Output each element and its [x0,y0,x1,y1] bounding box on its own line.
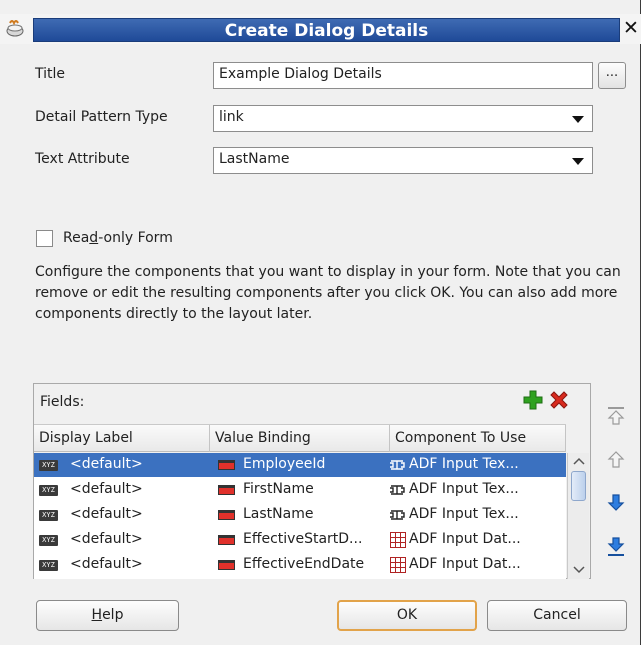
cancel-button[interactable]: Cancel [487,600,627,631]
ok-button[interactable]: OK [337,600,477,631]
title-input[interactable]: Example Dialog Details [213,62,593,89]
fields-table-scrollbar[interactable] [567,453,589,579]
string-type-icon: XYZ [39,535,58,546]
attribute-icon [218,560,235,570]
title-input-value: Example Dialog Details [219,66,382,82]
title-label: Title [35,66,66,82]
table-row[interactable]: XYZ <default> EffectiveStartD... ADF Inp… [34,528,566,552]
browse-button[interactable]: ... [598,62,626,89]
string-type-icon: XYZ [39,510,58,521]
table-row[interactable]: XYZ <default> LastName ADF Input Tex... [34,503,566,527]
input-date-icon [390,557,406,573]
table-row[interactable]: XYZ <default> EffectiveEndDate ADF Input… [34,553,566,577]
add-icon[interactable] [522,389,544,411]
close-icon[interactable]: ✕ [623,16,641,40]
row-display-label: <default> [70,481,143,497]
row-value-binding: EmployeeId [243,456,326,472]
create-dialog-details-window: Create Dialog Details ✕ Title Example Di… [0,0,641,645]
chevron-down-icon [572,158,584,165]
window-title: Create Dialog Details [224,21,429,41]
detail-pattern-label: Detail Pattern Type [35,109,168,125]
readonly-checkbox[interactable] [36,230,53,247]
scroll-up-icon[interactable] [573,456,585,466]
scroll-down-icon[interactable] [573,565,585,575]
table-row[interactable]: XYZ <default> FirstName ADF Input Tex... [34,478,566,502]
help-mnemonic: H [91,607,103,623]
string-type-icon: XYZ [39,560,58,571]
text-attribute-value: LastName [219,151,290,167]
attribute-icon [218,535,235,545]
title-band: Create Dialog Details [33,18,620,42]
table-row[interactable]: XYZ <default> EmployeeId ADF Input Tex..… [34,453,566,477]
column-header-value-binding[interactable]: Value Binding [210,425,390,452]
fields-table-body: XYZ <default> EmployeeId ADF Input Tex..… [34,453,566,579]
column-header-component[interactable]: Component To Use [390,425,566,452]
move-to-bottom-icon[interactable] [605,536,627,558]
input-date-icon [390,532,406,548]
delete-icon[interactable] [548,389,570,411]
chevron-down-icon [572,116,584,123]
input-text-icon [390,485,405,495]
column-header-display-label[interactable]: Display Label [34,425,210,452]
row-value-binding: FirstName [243,481,314,497]
fields-label: Fields: [40,394,85,410]
row-component: ADF Input Tex... [409,506,519,522]
attribute-icon [218,460,235,470]
move-down-icon[interactable] [605,491,627,513]
title-bar[interactable]: Create Dialog Details ✕ [0,14,641,44]
attribute-icon [218,510,235,520]
row-component: ADF Input Tex... [409,456,519,472]
string-type-icon: XYZ [39,460,58,471]
row-value-binding: EffectiveEndDate [243,556,365,572]
row-value-binding: LastName [243,506,314,522]
move-to-top-icon[interactable] [605,405,627,427]
help-label: elp [102,607,124,623]
attribute-icon [218,485,235,495]
help-button[interactable]: Help [36,600,179,631]
text-attribute-select[interactable]: LastName [213,147,593,174]
row-value-binding: EffectiveStartD... [243,531,363,547]
row-display-label: <default> [70,556,143,572]
input-text-icon [390,460,405,470]
readonly-label-part: -only Form [98,230,173,246]
instructions-text: Configure the components that you want t… [35,264,621,322]
string-type-icon: XYZ [39,485,58,496]
app-coffee-cup-icon[interactable] [4,17,26,39]
readonly-label-mnemonic: d [89,230,99,246]
scrollbar-thumb[interactable] [571,471,586,501]
fields-panel: Fields: Display Label Value Binding Comp… [33,383,591,579]
row-component: ADF Input Dat... [409,556,521,572]
input-text-icon [390,510,405,520]
row-component: ADF Input Tex... [409,481,519,497]
detail-pattern-select[interactable]: link [213,105,593,132]
move-up-icon[interactable] [605,449,627,471]
row-display-label: <default> [70,456,143,472]
fields-table-header: Display Label Value Binding Component To… [34,424,566,452]
readonly-label-part: Rea [63,230,90,246]
row-display-label: <default> [70,506,143,522]
text-attribute-label: Text Attribute [35,151,130,167]
readonly-label[interactable]: Read-only Form [63,230,173,246]
row-display-label: <default> [70,531,143,547]
detail-pattern-value: link [219,109,244,125]
row-component: ADF Input Dat... [409,531,521,547]
